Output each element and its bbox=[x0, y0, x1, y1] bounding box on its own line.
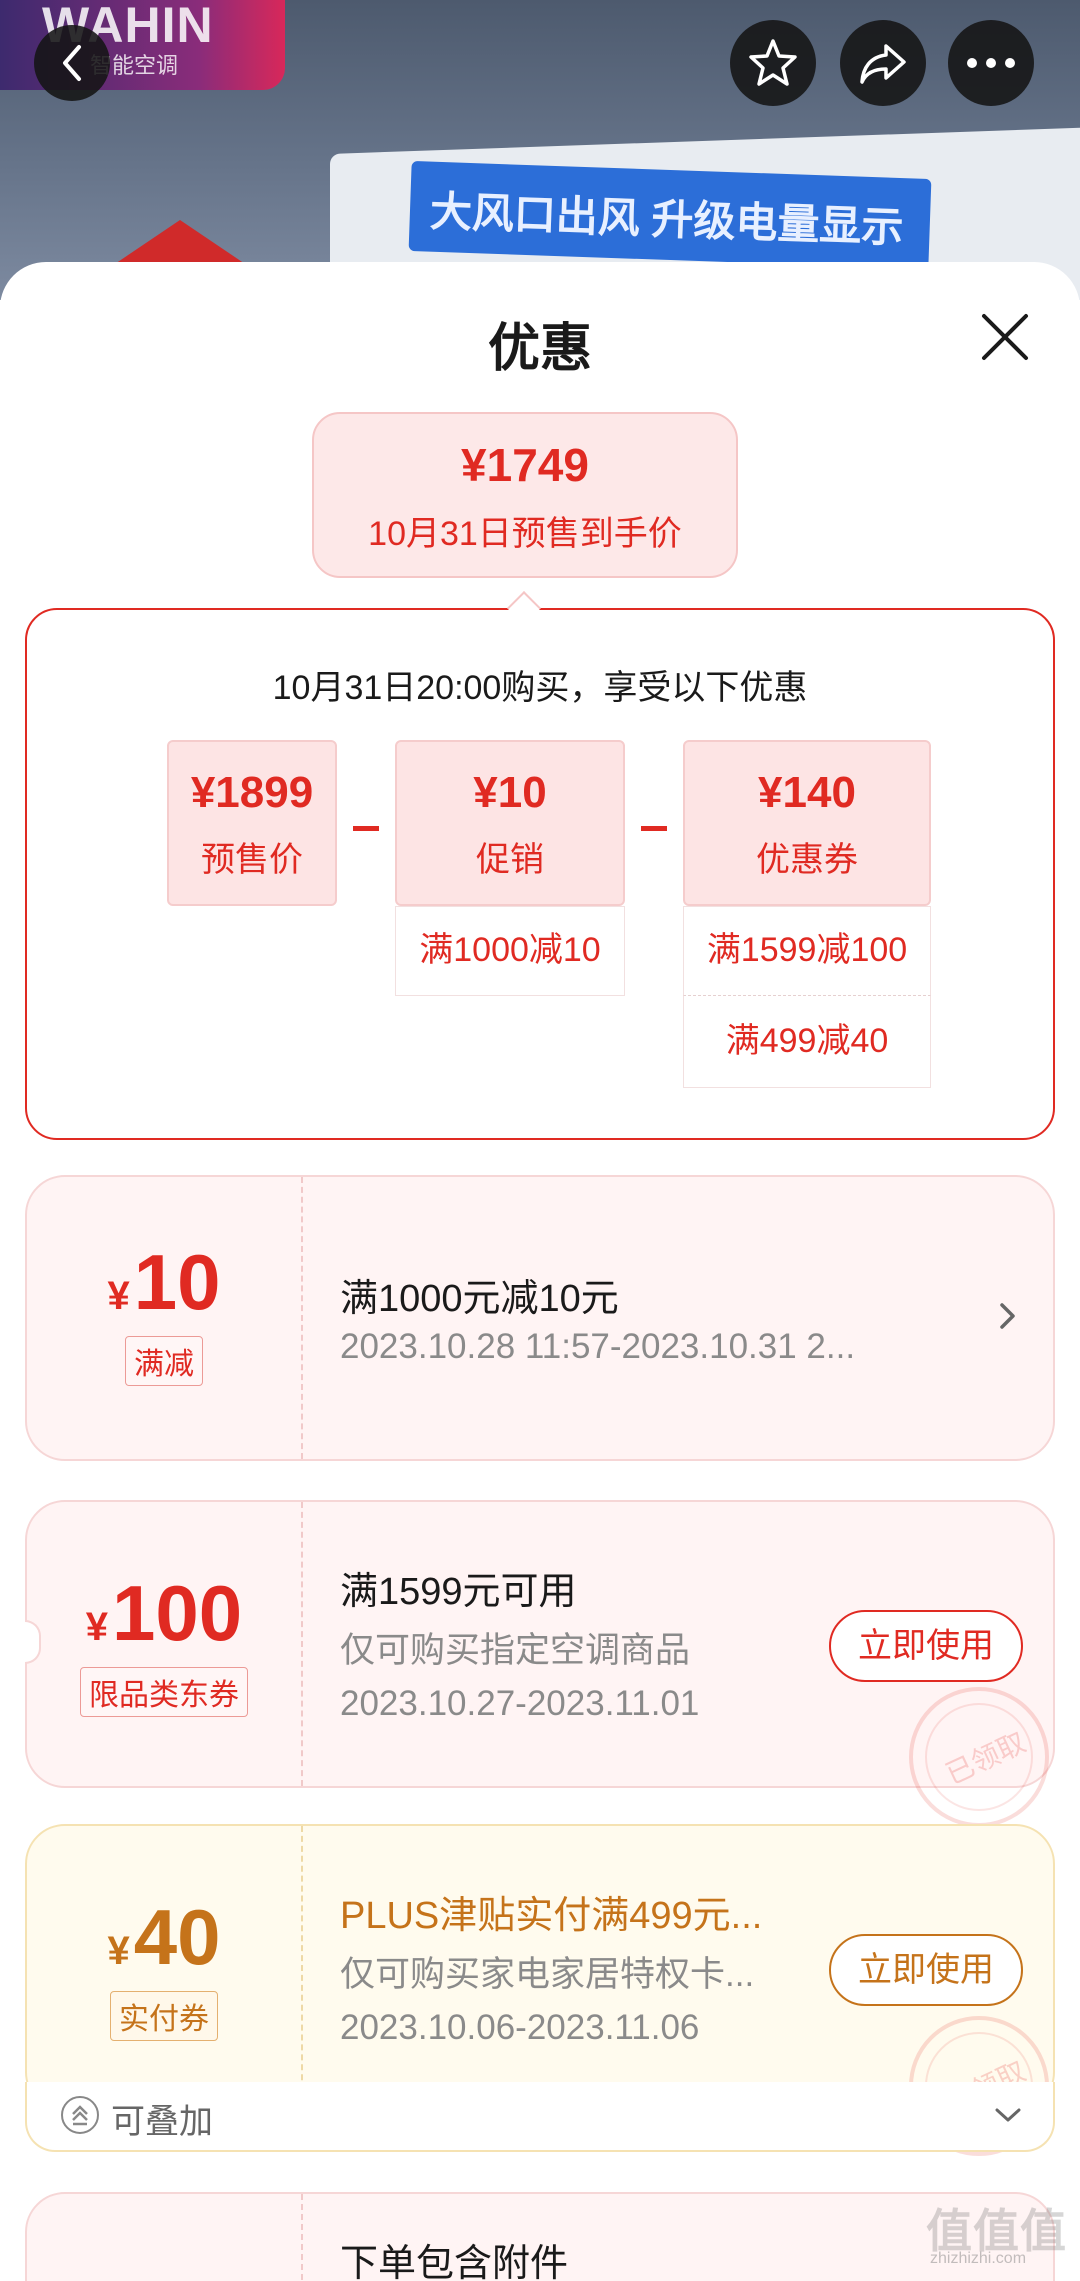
watermark-url: zhizhizhi.com bbox=[930, 2250, 1027, 2267]
chevron-right-icon[interactable] bbox=[997, 1299, 1019, 1333]
coupon-divider bbox=[301, 1826, 303, 2110]
product-banner-text: 大风口出风 升级电量显示 bbox=[408, 160, 932, 270]
breakdown-promotion: ¥10 促销 bbox=[395, 740, 625, 906]
stackable-toggle[interactable]: 可叠加 bbox=[25, 2082, 1055, 2152]
promo-detail: 满1000减10 bbox=[395, 906, 625, 996]
coupon-card[interactable]: ¥10 满减 满1000元减10元 2023.10.28 11:57-2023.… bbox=[25, 1175, 1055, 1461]
more-button[interactable] bbox=[948, 20, 1034, 106]
minus-sign bbox=[353, 826, 379, 831]
sheet-title: 优惠 bbox=[487, 320, 592, 378]
coupon-divider bbox=[301, 2194, 303, 2281]
stack-icon bbox=[61, 2096, 99, 2134]
back-button[interactable] bbox=[34, 25, 110, 101]
breakdown-heading: 10月31日20:00购买，享受以下优惠 bbox=[272, 669, 808, 707]
coupon-desc: 仅可购买指定空调商品 bbox=[340, 1631, 691, 1670]
final-price-label: 10月31日预售到手价 bbox=[368, 515, 682, 553]
coupon-amount-value: 40 bbox=[133, 1893, 221, 1981]
promotion-sheet: 优惠 ¥1749 10月31日预售到手价 10月31日20:00购买，享受以下优… bbox=[0, 262, 1080, 2281]
final-price-bubble: ¥1749 10月31日预售到手价 bbox=[312, 412, 738, 578]
close-icon[interactable] bbox=[978, 310, 1032, 364]
more-dots-icon bbox=[967, 58, 1015, 68]
chevron-down-icon bbox=[995, 2108, 1021, 2122]
coupon-card[interactable]: ¥100 限品类东券 满1599元可用 仅可购买指定空调商品 2023.10.2… bbox=[25, 1500, 1055, 1827]
coupon-card[interactable]: ¥40 实付券 PLUS津贴实付满499元... 仅可购买家电家居特权卡... … bbox=[25, 1824, 1055, 2156]
share-icon bbox=[860, 44, 906, 84]
coupon-detail-2: 满499减40 bbox=[683, 996, 931, 1088]
currency-symbol: ¥ bbox=[107, 1274, 130, 1318]
breakdown-coupon: ¥140 优惠券 bbox=[683, 740, 931, 906]
share-button[interactable] bbox=[840, 20, 926, 106]
coupon-card[interactable]: 下单包含附件 bbox=[25, 2192, 1055, 2281]
promotion-label: 促销 bbox=[476, 841, 544, 879]
coupon-title: 满1599元可用 bbox=[340, 1571, 577, 1613]
coupon-title: 下单包含附件 bbox=[340, 2243, 569, 2281]
claimed-stamp: 已领取 bbox=[909, 1687, 1049, 1827]
presale-price-value: ¥1899 bbox=[190, 768, 314, 817]
coupon-amount-value: 100 bbox=[112, 1569, 243, 1657]
coupon-value: ¥140 bbox=[758, 768, 856, 817]
star-icon bbox=[749, 39, 797, 86]
coupon-title: PLUS津贴实付满499元... bbox=[340, 1895, 763, 1937]
coupon-amount-block: ¥10 满减 bbox=[27, 1237, 301, 1386]
coupon-date: 2023.10.06-2023.11.06 bbox=[340, 2008, 700, 2047]
coupon-type-tag: 限品类东券 bbox=[80, 1667, 248, 1717]
coupon-amount-block: ¥100 限品类东券 bbox=[27, 1568, 301, 1717]
favorite-button[interactable] bbox=[730, 20, 816, 106]
coupon-amount-block: ¥40 实付券 bbox=[27, 1892, 301, 2041]
chevron-left-icon bbox=[63, 45, 81, 81]
coupon-type-tag: 实付券 bbox=[110, 1991, 218, 2041]
stackable-label: 可叠加 bbox=[111, 2103, 213, 2141]
minus-sign bbox=[641, 826, 667, 831]
coupon-amount: ¥10 bbox=[27, 1237, 301, 1328]
price-breakdown: 10月31日20:00购买，享受以下优惠 ¥1899 预售价 ¥10 促销 ¥1… bbox=[25, 608, 1055, 1140]
presale-price-label: 预售价 bbox=[201, 841, 303, 879]
use-now-button[interactable]: 立即使用 bbox=[829, 1610, 1023, 1682]
coupon-date: 2023.10.28 11:57-2023.10.31 2... bbox=[340, 1327, 856, 1366]
coupon-amount: ¥100 bbox=[27, 1568, 301, 1659]
coupon-desc: 仅可购买家电家居特权卡... bbox=[340, 1955, 755, 1994]
currency-symbol: ¥ bbox=[107, 1929, 130, 1973]
use-now-button[interactable]: 立即使用 bbox=[829, 1934, 1023, 2006]
final-price: ¥1749 bbox=[461, 439, 589, 491]
coupon-detail-1: 满1599减100 bbox=[683, 906, 931, 996]
coupon-amount-value: 10 bbox=[133, 1238, 221, 1326]
coupon-type-tag: 满减 bbox=[125, 1336, 203, 1386]
breakdown-presale-price: ¥1899 预售价 bbox=[167, 740, 337, 906]
currency-symbol: ¥ bbox=[85, 1605, 109, 1649]
coupon-amount: ¥40 bbox=[27, 1892, 301, 1983]
coupon-date: 2023.10.27-2023.11.01 bbox=[340, 1684, 700, 1723]
coupon-divider bbox=[301, 1177, 303, 1459]
claimed-stamp-text: 已领取 bbox=[941, 1726, 1031, 1791]
promotion-value: ¥10 bbox=[473, 768, 547, 817]
coupon-divider bbox=[301, 1502, 303, 1786]
coupon-title: 满1000元减10元 bbox=[340, 1278, 619, 1320]
coupon-label: 优惠券 bbox=[756, 841, 858, 879]
